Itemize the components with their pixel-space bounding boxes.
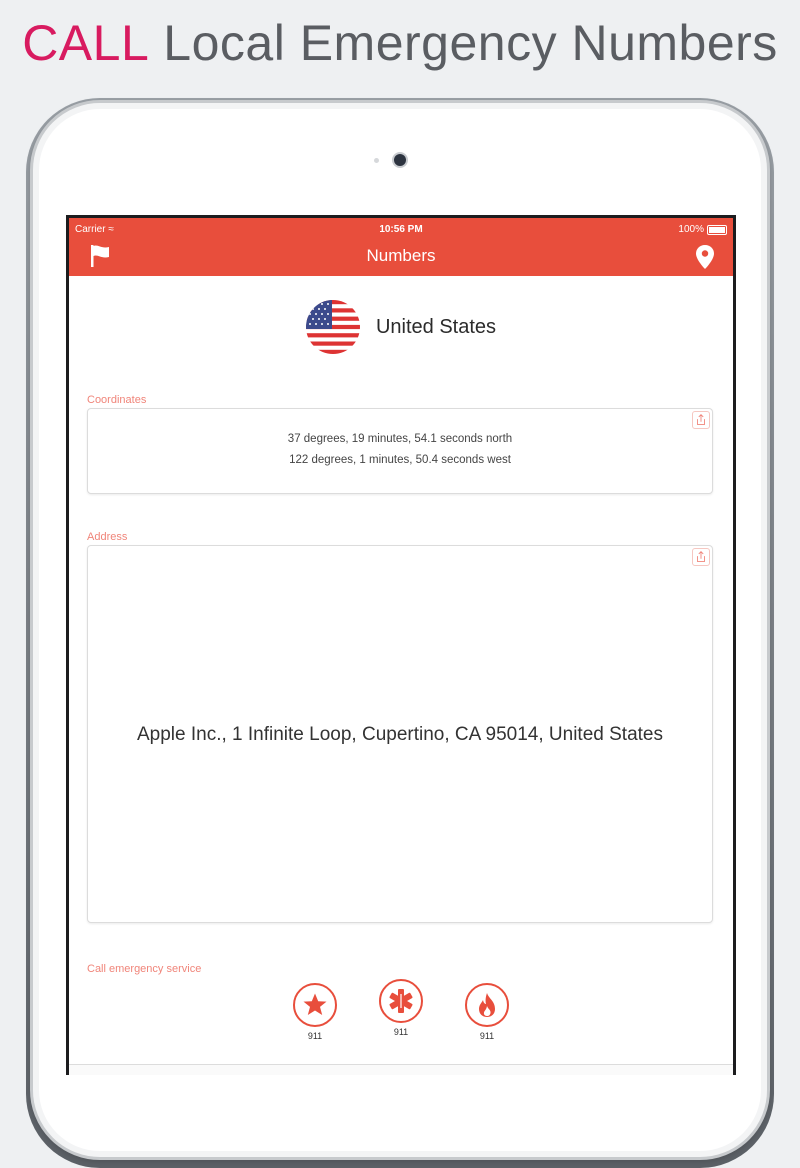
headline-accent: CALL [22, 15, 150, 71]
tab-bar [69, 1064, 733, 1075]
coordinates-latitude: 37 degrees, 19 minutes, 54.1 seconds nor… [287, 433, 513, 445]
fire-icon[interactable] [465, 983, 509, 1027]
app-screen: Carrier ≈ 10:56 PM 100% Numbers United S… [66, 215, 736, 1075]
battery-indicator: 100% [678, 224, 727, 235]
police-star-icon[interactable] [293, 983, 337, 1027]
medical-service[interactable]: 911 [379, 979, 423, 1041]
country-name: United States [375, 315, 497, 338]
navigation-bar: Carrier ≈ 10:56 PM 100% Numbers [69, 218, 733, 276]
promo-headline: CALL Local Emergency Numbers [0, 14, 800, 72]
coordinates-longitude: 122 degrees, 1 minutes, 50.4 seconds wes… [289, 454, 511, 466]
services-label: Call emergency service [87, 963, 202, 975]
country-header: United States [69, 300, 733, 354]
police-service[interactable]: 911 [293, 983, 337, 1041]
share-icon[interactable] [692, 548, 710, 566]
share-icon[interactable] [692, 411, 710, 429]
page-title: Numbers [366, 246, 436, 265]
service-number: 911 [479, 1031, 495, 1041]
device-sensor [374, 158, 379, 163]
service-number: 911 [393, 1027, 409, 1037]
status-time: 10:56 PM [379, 224, 423, 235]
battery-icon [707, 224, 727, 235]
emergency-services: 911 911 911 [69, 979, 733, 1041]
status-bar: Carrier ≈ 10:56 PM 100% [69, 224, 733, 238]
service-number: 911 [307, 1031, 323, 1041]
fire-service[interactable]: 911 [465, 983, 509, 1041]
address-label: Address [87, 531, 128, 543]
us-flag-icon [305, 300, 360, 354]
location-pin-icon[interactable] [695, 244, 715, 270]
headline-text: Local Emergency Numbers [163, 15, 778, 71]
coordinates-box: 37 degrees, 19 minutes, 54.1 seconds nor… [87, 408, 713, 494]
medical-star-icon[interactable] [379, 979, 423, 1023]
address-box: Apple Inc., 1 Infinite Loop, Cupertino, … [87, 545, 713, 923]
device-camera [394, 154, 406, 166]
coordinates-label: Coordinates [87, 394, 147, 406]
address-value: Apple Inc., 1 Infinite Loop, Cupertino, … [136, 724, 663, 745]
